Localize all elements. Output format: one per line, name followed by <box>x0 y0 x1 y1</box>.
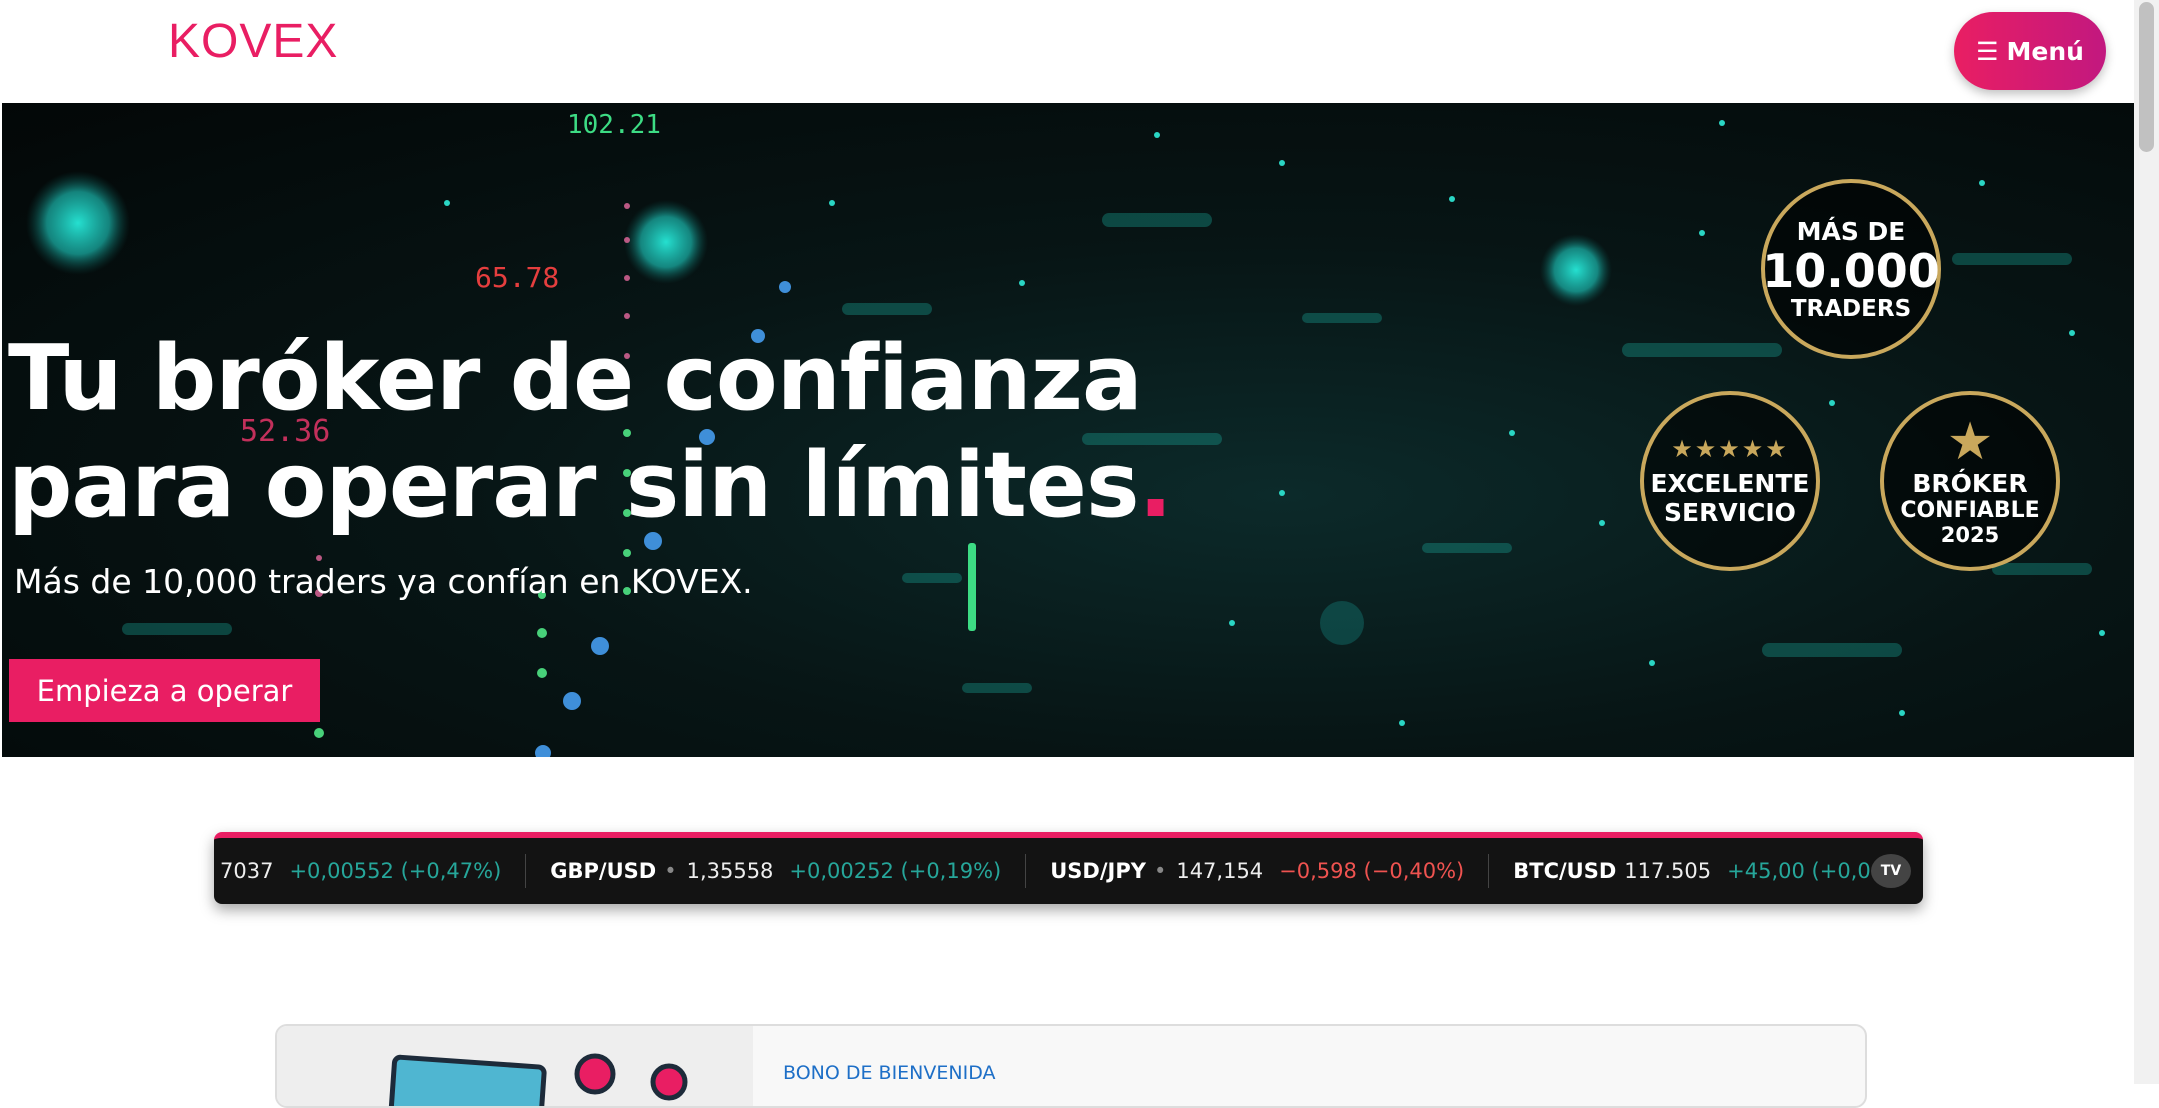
scrollbar-track[interactable] <box>2134 0 2159 1084</box>
scrollbar-thumb[interactable] <box>2139 2 2154 152</box>
card-label: BONO DE BIENVENIDA <box>783 1062 996 1084</box>
hero-section: 102.21 65.78 52.36 Tu bróker de confianz… <box>2 103 2134 757</box>
ticker-item[interactable]: 7037 +0,00552 (+0,47%) <box>214 854 527 888</box>
logo[interactable]: KOVEX <box>168 14 338 69</box>
tradingview-logo-icon[interactable]: TV <box>1871 854 1911 888</box>
title-dot: . <box>1138 433 1173 538</box>
menu-button[interactable]: ☰ Menú <box>1954 12 2106 90</box>
hamburger-icon: ☰ <box>1976 36 1999 66</box>
menu-label: Menú <box>2006 36 2084 66</box>
hero-title-line1: Tu bróker de confianza <box>8 326 1143 431</box>
ticker-items: 7037 +0,00552 (+0,47%) GBP/USD • 1,35558 … <box>214 838 1923 904</box>
welcome-bonus-card[interactable]: BONO DE BIENVENIDA <box>275 1024 1867 1108</box>
site-header: KOVEX ☰ Menú <box>0 0 2134 103</box>
star-icon: ★ <box>1946 412 1994 472</box>
badge-service: ★★★★★ EXCELENTE SERVICIO <box>1640 391 1820 571</box>
card-illustration <box>277 1026 753 1106</box>
ticker-item[interactable]: BTC/USD 117.505 +45,00 (+0,04%) <box>1489 854 1923 888</box>
stars-icon: ★★★★★ <box>1671 435 1789 463</box>
badge-trusted-broker: ★ BRÓKER CONFIABLE 2025 <box>1880 391 2060 571</box>
hero-title-line2: para operar sin límites <box>8 433 1140 538</box>
hero-title: Tu bróker de confianza para operar sin l… <box>8 325 1173 539</box>
svg-text:102.21: 102.21 <box>567 110 661 140</box>
svg-text:65.78: 65.78 <box>475 261 559 294</box>
hero-subtitle: Más de 10,000 traders ya confían en KOVE… <box>14 562 753 601</box>
start-trading-button[interactable]: Empieza a operar <box>9 659 320 722</box>
ticker-item[interactable]: GBP/USD • 1,35558 +0,00252 (+0,19%) <box>526 854 1027 888</box>
ticker-tape[interactable]: 7037 +0,00552 (+0,47%) GBP/USD • 1,35558 … <box>214 832 1923 904</box>
ticker-item[interactable]: USD/JPY • 147,154 −0,598 (−0,40%) <box>1026 854 1490 888</box>
badge-traders: MÁS DE 10.000 TRADERS <box>1761 179 1941 359</box>
